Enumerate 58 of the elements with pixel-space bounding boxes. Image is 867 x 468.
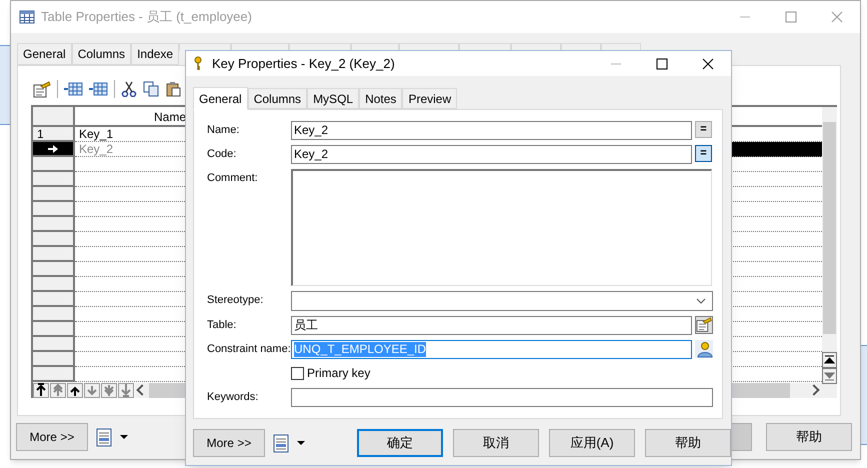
window-title: Table Properties - 员工 (t_employee) [41,8,252,26]
field-label: Stereotype: [207,294,264,306]
tab[interactable]: General [193,87,248,110]
tab[interactable]: MySQL [307,88,360,109]
tab[interactable]: Indexe [131,43,180,65]
input-field[interactable]: 员工 [291,316,692,335]
tab[interactable]: Columns [248,88,308,109]
row-header[interactable] [33,142,75,157]
dialog-button[interactable]: 取消 [453,429,539,457]
stereotype-dropdown[interactable] [291,291,713,311]
tab[interactable]: Columns [72,43,132,65]
dialog-button[interactable]: 帮助 [645,429,731,457]
field-label: Keywords: [207,391,258,403]
document-icon[interactable] [96,428,112,446]
equals-button[interactable]: = [695,121,712,138]
scroll-bottom-icon[interactable] [822,368,837,384]
input-field[interactable] [291,388,713,407]
field-label: Constraint name: [207,343,291,355]
tab[interactable]: Preview [402,88,458,109]
down-arrow-icon[interactable] [101,382,117,398]
up-arrow-icon[interactable] [33,382,49,398]
input-field[interactable]: Key_2 [291,145,692,164]
document-icon[interactable] [273,434,289,452]
input-field[interactable]: Key_2 [291,121,692,140]
copy-icon[interactable] [143,81,159,97]
field-label: Table: [207,319,236,331]
properties-icon[interactable] [695,316,713,334]
dialog-button[interactable]: 应用(A) [549,429,635,457]
chevron-down-icon[interactable] [696,298,706,304]
tab[interactable]: Notes [359,88,402,109]
insert-row-icon[interactable] [64,81,83,97]
key-icon [192,56,204,71]
help-button[interactable]: 帮助 [766,423,852,451]
caret-icon[interactable] [120,435,128,439]
add-row-icon[interactable] [89,81,108,97]
dialog-button[interactable]: 确定 [357,429,443,457]
more-button[interactable]: More >> [193,429,265,457]
field-label: Code: [207,148,236,160]
checkbox-label: Primary key [307,365,370,382]
user-icon[interactable] [695,340,713,358]
window-title: Key Properties - Key_2 (Key_2) [212,54,395,73]
arrow-icon [48,144,58,152]
paste-icon[interactable] [165,81,181,97]
field-label: Comment: [207,172,258,184]
scroll-top-icon[interactable] [822,352,837,368]
equals-button[interactable]: = [695,145,712,162]
down-arrow-icon[interactable] [118,382,134,398]
row-header[interactable]: 1 [33,127,75,142]
cut-icon[interactable] [121,81,137,97]
more-button[interactable]: More >> [16,423,88,451]
caret-icon[interactable] [297,441,305,445]
checkbox[interactable] [291,366,304,380]
vertical-scrollbar[interactable] [822,107,837,398]
tab[interactable]: General [17,43,72,65]
table-icon [19,9,35,25]
comment-field[interactable] [291,169,712,286]
properties-icon[interactable] [33,80,51,98]
field-label: Name: [207,124,240,136]
